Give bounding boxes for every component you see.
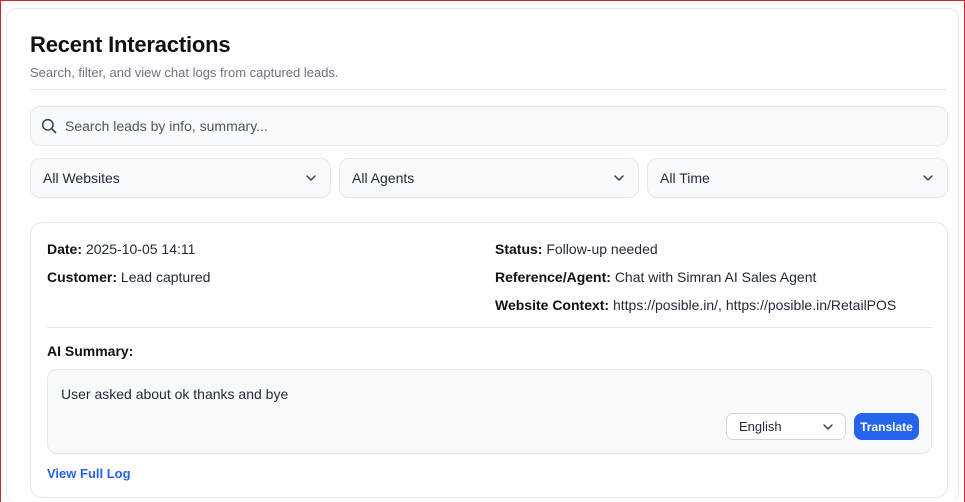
websites-filter-select[interactable]: All Websites [30, 158, 331, 198]
card-divider [47, 327, 932, 328]
ai-summary-box: User asked about ok thanks and bye Engli… [47, 369, 932, 454]
agents-filter-select[interactable]: All Agents [339, 158, 639, 198]
website-context-field: Website Context: https://posible.in/, ht… [495, 297, 896, 313]
website-context-value: https://posible.in/, https://posible.in/… [612, 297, 897, 313]
page-subtitle: Search, filter, and view chat logs from … [30, 65, 339, 80]
chevron-down-icon [612, 171, 626, 185]
page-title: Recent Interactions [30, 32, 231, 57]
status-label: Status: [495, 241, 543, 257]
reference-value: Chat with Simran AI Sales Agent [614, 269, 817, 285]
language-select[interactable]: English [726, 413, 846, 440]
customer-field: Customer: Lead captured [47, 269, 210, 285]
customer-label: Customer: [47, 269, 118, 285]
time-filter-select[interactable]: All Time [647, 158, 948, 198]
chevron-down-icon [304, 171, 318, 185]
chevron-down-icon [921, 171, 935, 185]
ai-summary-text: User asked about ok thanks and bye [61, 386, 289, 402]
customer-value: Lead captured [120, 269, 211, 285]
status-value: Follow-up needed [546, 241, 658, 257]
website-context-label: Website Context: [495, 297, 610, 313]
search-icon [41, 118, 57, 134]
interaction-card: Date: 2025-10-05 14:11 Customer: Lead ca… [30, 222, 948, 498]
date-value: 2025-10-05 14:11 [85, 241, 196, 257]
language-value: English [739, 419, 782, 434]
reference-label: Reference/Agent: [495, 269, 611, 285]
ai-summary-label: AI Summary: [47, 343, 134, 359]
header-divider [30, 89, 947, 90]
reference-field: Reference/Agent: Chat with Simran AI Sal… [495, 269, 816, 285]
chevron-down-icon [821, 420, 835, 434]
websites-filter-value: All Websites [43, 170, 120, 186]
view-full-log-link[interactable]: View Full Log [47, 466, 131, 481]
date-field: Date: 2025-10-05 14:11 [47, 241, 195, 257]
translate-button[interactable]: Translate [854, 413, 919, 440]
date-label: Date: [47, 241, 83, 257]
search-input[interactable] [65, 118, 925, 134]
status-field: Status: Follow-up needed [495, 241, 658, 257]
agents-filter-value: All Agents [352, 170, 415, 186]
time-filter-value: All Time [660, 170, 710, 186]
search-bar[interactable] [30, 106, 948, 146]
